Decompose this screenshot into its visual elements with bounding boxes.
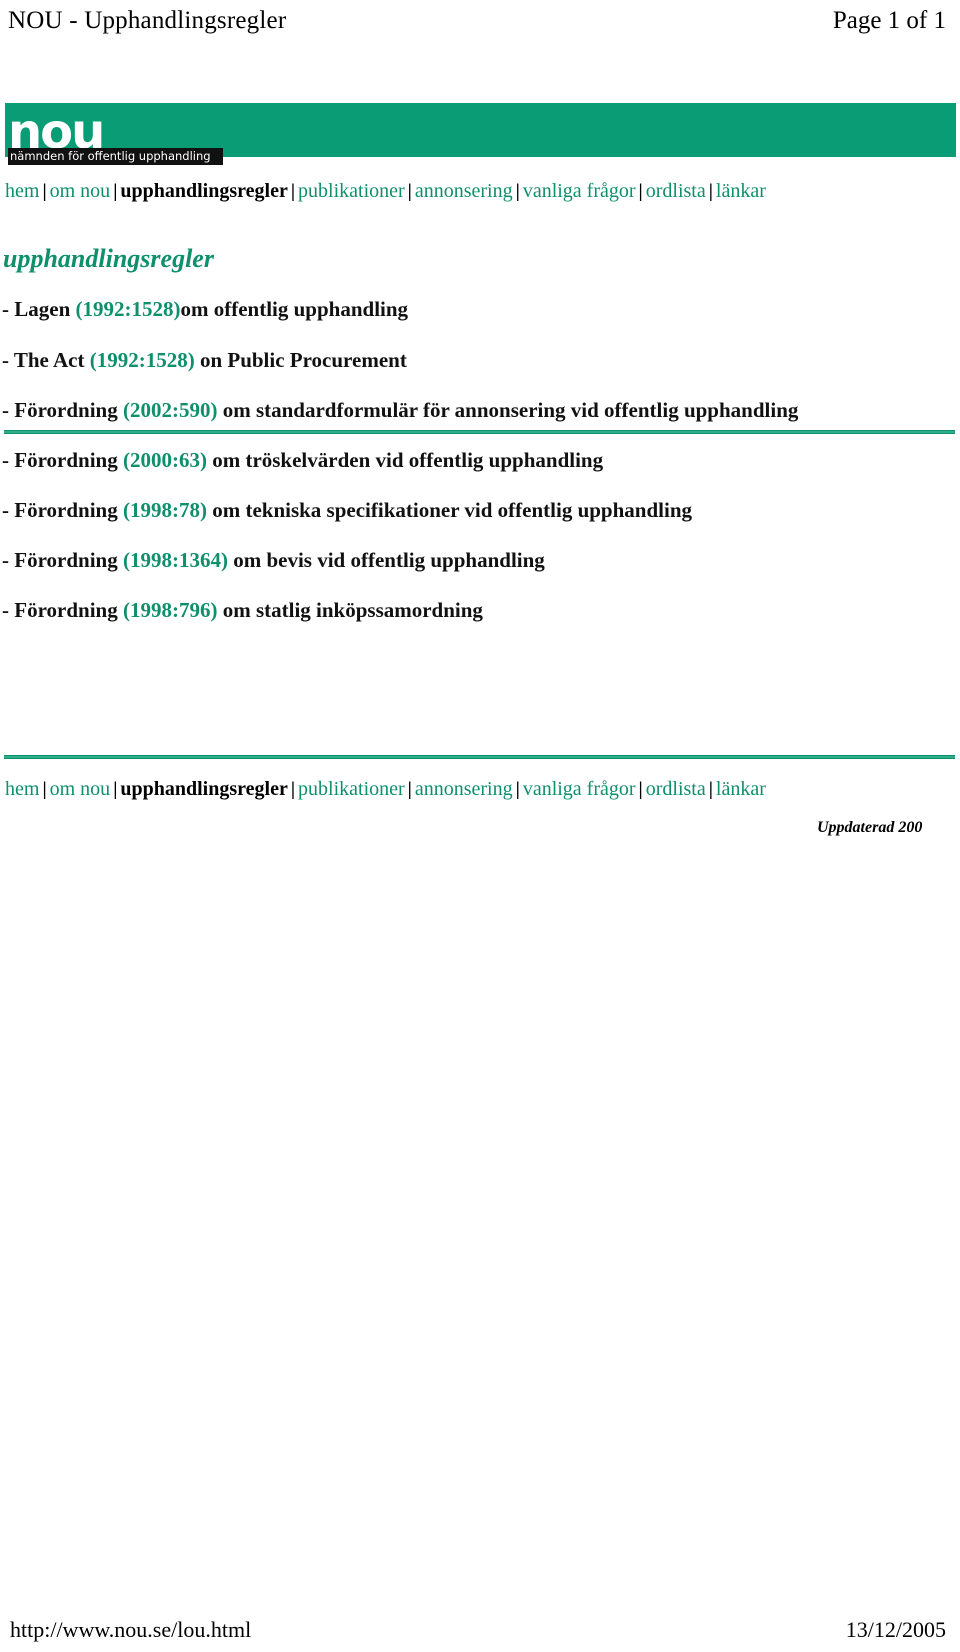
nav-separator: | [708,181,713,202]
nav-separator: | [42,181,47,202]
print-header: NOU - Upphandlingsregler Page 1 of 1 [0,6,960,40]
law-list-item: - Förordning (1998:796) om statlig inköp… [0,597,950,623]
footer-nav-item-upphandlingsregler[interactable]: upphandlingsregler [120,778,287,800]
page-title: upphandlingsregler [3,244,214,273]
nav-separator: | [407,181,412,202]
divider-bottom [4,755,955,759]
nav-item-annonsering[interactable]: annonsering [415,180,513,202]
source-url: http://www.nou.se/lou.html [10,1617,252,1642]
nav-separator: | [290,181,296,202]
law-list-item: - Förordning (2000:63) om tröskelvärden … [0,447,950,473]
law-item-suffix: om offentlig upphandling [180,297,409,321]
law-list-item: - Förordning (1998:1364) om bevis vid of… [0,547,950,573]
print-date: 13/12/2005 [845,1617,946,1642]
law-code-link[interactable]: (1998:796) [123,598,217,622]
law-item-suffix: on Public Procurement [194,348,407,372]
nav-item-om-nou[interactable]: om nou [50,180,111,202]
print-footer: http://www.nou.se/lou.html 13/12/2005 [0,1616,960,1644]
nav-item-hem[interactable]: hem [5,180,39,202]
page-indicator: Page 1 of 1 [832,7,946,34]
nav-item-länkar[interactable]: länkar [716,180,766,202]
nav-separator: | [42,779,47,800]
footer-nav-item-hem[interactable]: hem [5,778,39,800]
law-code-link[interactable]: (1992:1528) [76,297,181,321]
top-navigation[interactable]: hem | om nou | upphandlingsregler | publikatio… [5,178,945,205]
nav-separator: | [113,779,118,800]
law-item-prefix: - Förordning [2,598,123,622]
nav-separator: | [638,779,643,800]
nav-separator: | [515,181,520,202]
nav-item-publikationer[interactable]: publikationer [298,180,405,202]
bottom-navigation[interactable]: hem | om nou | upphandlingsregler | publikatio… [5,776,945,803]
logo-tagline: nämnden för offentlig upphandling [8,148,223,165]
footer-nav-item-om-nou[interactable]: om nou [50,778,111,800]
nav-separator: | [407,779,412,800]
law-item-suffix: om bevis vid offentlig upphandling [227,548,545,572]
law-list-item: - Förordning (1998:78) om tekniska speci… [0,497,950,523]
footer-nav-item-publikationer[interactable]: publikationer [298,778,405,800]
law-item-prefix: - The Act [2,348,90,372]
law-code-link[interactable]: (1998:78) [123,498,207,522]
nav-separator: | [113,181,118,202]
nav-separator: | [290,779,296,800]
footer-nav-item-ordlista[interactable]: ordlista [646,778,706,800]
law-list: - Lagen (1992:1528)om offentlig upphandl… [0,296,950,623]
law-item-suffix: om tekniska specifikationer vid offentli… [206,498,692,522]
law-code-link[interactable]: (2002:590) [123,398,217,422]
law-list-item: - Lagen (1992:1528)om offentlig upphandl… [0,296,950,322]
law-item-prefix: - Förordning [2,498,123,522]
law-code-link[interactable]: (2000:63) [123,448,207,472]
footer-nav-item-länkar[interactable]: länkar [716,778,766,800]
law-item-prefix: - Förordning [2,448,123,472]
nav-separator: | [708,779,713,800]
footer-nav-item-annonsering[interactable]: annonsering [415,778,513,800]
nav-separator: | [638,181,643,202]
law-list-item: - Förordning (2002:590) om standardformu… [0,397,950,423]
nav-item-upphandlingsregler[interactable]: upphandlingsregler [120,180,287,202]
law-code-link[interactable]: (1992:1528) [90,348,195,372]
updated-stamp: Uppdaterad 200 [817,819,923,836]
site-logo[interactable]: nou nämnden för offentlig upphandling [5,103,235,165]
law-item-suffix: om tröskelvärden vid offentlig upphandli… [206,448,604,472]
law-item-prefix: - Förordning [2,398,123,422]
footer-nav-item-vanliga-frågor[interactable]: vanliga frågor [523,778,636,800]
document-title: NOU - Upphandlingsregler [8,7,287,34]
nav-item-ordlista[interactable]: ordlista [646,180,706,202]
law-item-suffix: om statlig inköpssamordning [217,598,483,622]
law-code-link[interactable]: (1998:1364) [123,548,228,572]
nav-separator: | [515,779,520,800]
law-item-prefix: - Lagen [2,297,76,321]
nav-item-vanliga-frågor[interactable]: vanliga frågor [523,180,636,202]
law-item-prefix: - Förordning [2,548,123,572]
law-item-suffix: om standardformulär för annonsering vid … [217,398,799,422]
law-list-item: - The Act (1992:1528) on Public Procurem… [0,347,950,373]
